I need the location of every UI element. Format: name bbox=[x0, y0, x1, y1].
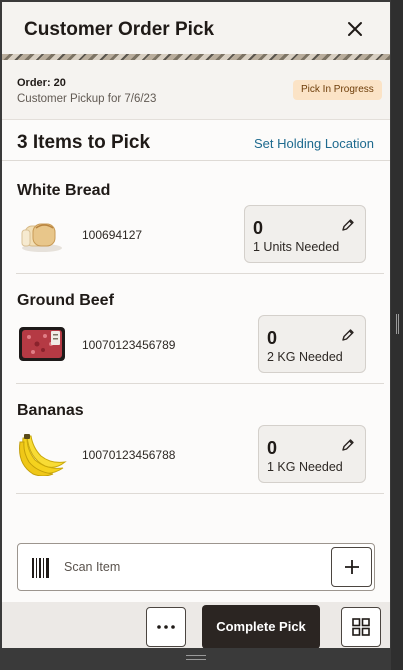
scan-item-placeholder: Scan Item bbox=[64, 560, 121, 574]
picked-quantity: 0 bbox=[267, 328, 278, 348]
quantity-card[interactable]: 0 1 Units Needed bbox=[244, 205, 366, 263]
item-code: 10070123456788 bbox=[82, 448, 176, 462]
quantity-needed: 1 Units Needed bbox=[253, 240, 340, 254]
item-name: White Bread bbox=[17, 182, 111, 199]
grid-icon bbox=[352, 618, 370, 636]
quantity-card[interactable]: 0 2 KG Needed bbox=[258, 315, 366, 373]
barcode-icon bbox=[32, 558, 49, 578]
resize-handle-vertical[interactable] bbox=[396, 314, 399, 334]
item-name: Ground Beef bbox=[17, 292, 114, 309]
grid-view-button[interactable] bbox=[341, 607, 381, 647]
list-item: White Bread 100694127 0 1 Units Needed bbox=[2, 164, 390, 274]
header: Customer Order Pick bbox=[2, 2, 390, 58]
status-badge: Pick In Progress bbox=[293, 80, 382, 100]
pencil-icon[interactable] bbox=[341, 438, 355, 452]
item-code: 10070123456789 bbox=[82, 338, 176, 352]
picked-quantity: 0 bbox=[253, 218, 264, 238]
pencil-icon[interactable] bbox=[341, 218, 355, 232]
order-info: Order: 20 Customer Pickup for 7/6/23 Pic… bbox=[2, 60, 390, 120]
quantity-card[interactable]: 0 1 KG Needed bbox=[258, 425, 366, 483]
item-name: Bananas bbox=[17, 402, 84, 419]
list-item: Ground Beef 10070123456789 0 2 KG Needed bbox=[2, 274, 390, 384]
footer-toolbar: Complete Pick bbox=[2, 602, 390, 648]
scan-item-field[interactable]: Scan Item bbox=[17, 543, 375, 591]
quantity-needed: 1 KG Needed bbox=[267, 460, 343, 474]
list-item: Bananas 10070123456788 0 1 KG Needed bbox=[2, 384, 390, 494]
set-holding-location-link[interactable]: Set Holding Location bbox=[254, 136, 374, 151]
plus-icon bbox=[344, 560, 359, 574]
divider bbox=[16, 493, 384, 494]
item-code: 100694127 bbox=[82, 228, 143, 242]
close-icon bbox=[348, 22, 362, 36]
more-horizontal-icon bbox=[157, 625, 175, 629]
quantity-needed: 2 KG Needed bbox=[267, 350, 343, 364]
order-number: Order: 20 bbox=[17, 77, 66, 89]
pencil-icon[interactable] bbox=[341, 328, 355, 342]
close-button[interactable] bbox=[342, 16, 368, 42]
bananas-image bbox=[19, 434, 67, 476]
ground-beef-image bbox=[19, 327, 65, 361]
items-to-pick-title: 3 Items to Pick bbox=[17, 132, 151, 153]
picked-quantity: 0 bbox=[267, 438, 278, 458]
complete-pick-button[interactable]: Complete Pick bbox=[202, 605, 320, 648]
divider bbox=[2, 160, 390, 161]
bread-image bbox=[21, 223, 62, 252]
more-actions-button[interactable] bbox=[146, 607, 186, 647]
order-pickup-date: Customer Pickup for 7/6/23 bbox=[17, 93, 157, 105]
panel-edge bbox=[391, 0, 403, 670]
order-pick-panel: Customer Order Pick Order: 20 Customer P… bbox=[2, 2, 390, 648]
add-item-button[interactable] bbox=[331, 547, 372, 587]
resize-handle-horizontal[interactable] bbox=[186, 655, 206, 660]
page-title: Customer Order Pick bbox=[24, 19, 215, 40]
